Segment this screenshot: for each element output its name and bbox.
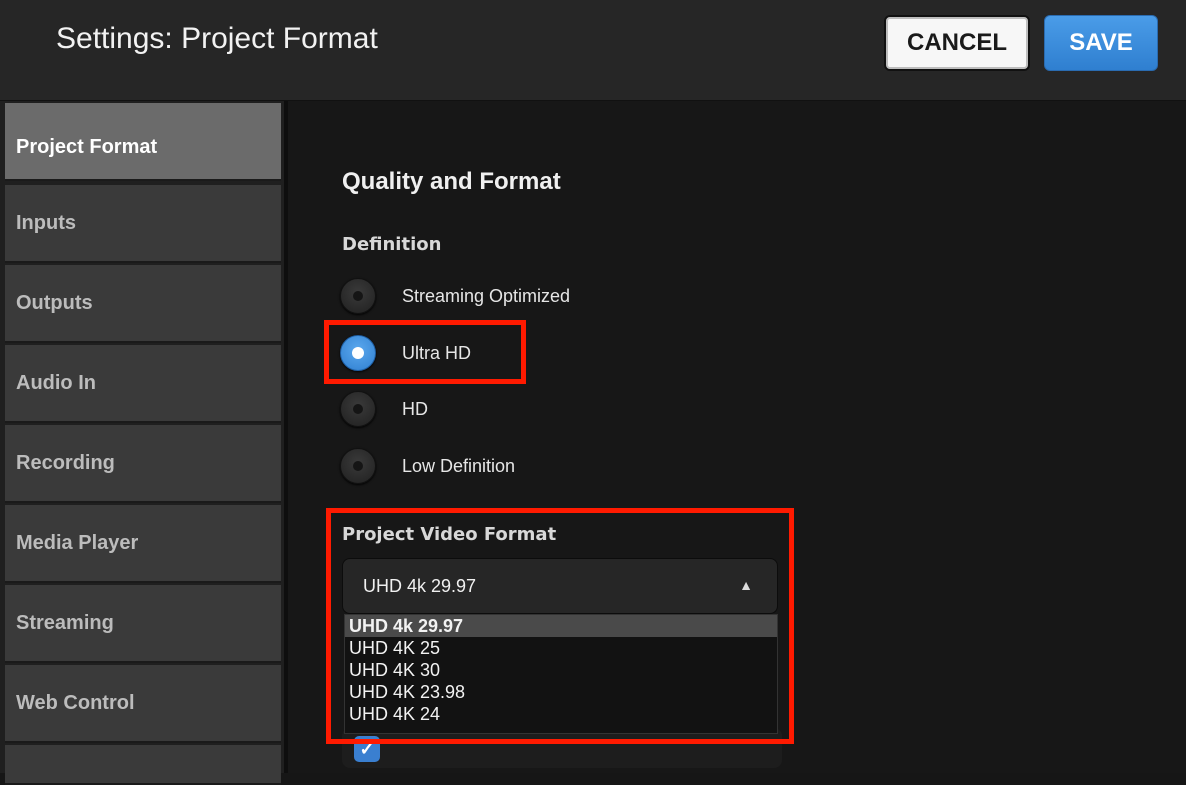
sidebar-item-streaming[interactable]: Streaming <box>5 585 281 663</box>
radio-label: HD <box>402 398 428 419</box>
radio-button[interactable] <box>340 335 376 371</box>
radio-streaming-optimized[interactable]: Streaming Optimized <box>340 276 570 316</box>
radio-low-definition[interactable]: Low Definition <box>340 446 515 486</box>
video-format-select[interactable]: UHD 4k 29.97 ▲ <box>342 558 778 614</box>
video-format-dropdown: UHD 4k 29.97 UHD 4K 25 UHD 4K 30 UHD 4K … <box>344 614 778 734</box>
radio-button[interactable] <box>340 391 376 427</box>
multiview-checkbox[interactable]: ✓ <box>354 736 380 762</box>
radio-label: Streaming Optimized <box>402 285 571 306</box>
radio-hd[interactable]: HD <box>340 389 428 429</box>
sidebar-item-project-format[interactable]: Project Format <box>5 103 281 181</box>
radio-button[interactable] <box>340 278 376 314</box>
sidebar-item-outputs[interactable]: Outputs <box>5 265 281 343</box>
chevron-up-icon: ▲ <box>739 577 753 593</box>
dropdown-option[interactable]: UHD 4k 29.97 <box>345 615 777 637</box>
cancel-button[interactable]: CANCEL <box>884 15 1030 71</box>
page-title: Settings: Project Format <box>56 22 378 55</box>
radio-dot <box>353 461 363 471</box>
sidebar-item-recording[interactable]: Recording <box>5 425 281 503</box>
video-format-label: Project Video Format <box>342 524 557 545</box>
select-value: UHD 4k 29.97 <box>363 576 477 596</box>
sidebar-item-web-control[interactable]: Web Control <box>5 665 281 743</box>
sidebar-item-media-player[interactable]: Media Player <box>5 505 281 583</box>
radio-dot <box>353 404 363 414</box>
sidebar-item-audio-in[interactable]: Audio In <box>5 345 281 423</box>
save-button[interactable]: SAVE <box>1044 15 1158 71</box>
sidebar-item-partial[interactable] <box>5 745 281 785</box>
dropdown-option[interactable]: UHD 4K 25 <box>345 637 777 659</box>
dropdown-option[interactable]: UHD 4K 24 <box>345 703 777 725</box>
radio-ultra-hd[interactable]: Ultra HD <box>340 333 471 373</box>
dropdown-option[interactable]: UHD 4K 23.98 <box>345 681 777 703</box>
multiview-row: ✓ <box>342 728 782 768</box>
header-bar: Settings: Project Format CANCEL SAVE <box>0 0 1186 101</box>
settings-sidebar: Project Format Inputs Outputs Audio In R… <box>0 101 288 785</box>
section-title: Quality and Format <box>342 168 561 195</box>
sidebar-item-inputs[interactable]: Inputs <box>5 185 281 263</box>
definition-label: Definition <box>342 234 442 255</box>
dropdown-option[interactable]: UHD 4K 30 <box>345 659 777 681</box>
radio-label: Low Definition <box>402 455 516 476</box>
radio-label: Ultra HD <box>402 342 472 363</box>
radio-button[interactable] <box>340 448 376 484</box>
radio-dot <box>352 347 364 359</box>
radio-dot <box>353 291 363 301</box>
